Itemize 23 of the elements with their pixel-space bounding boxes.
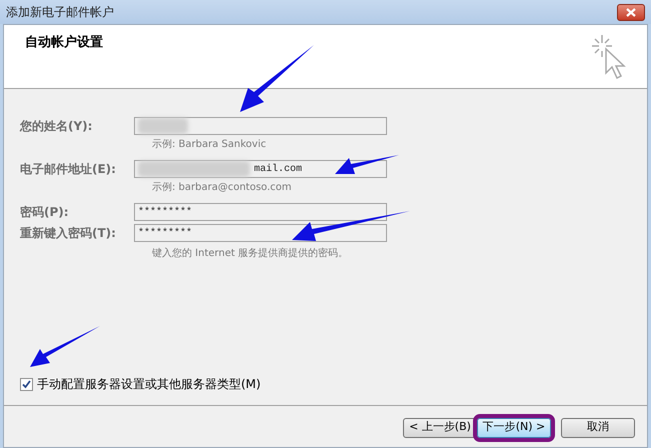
field-value: ********* — [138, 206, 192, 220]
blurred-area — [138, 118, 188, 134]
input-field[interactable] — [134, 117, 387, 135]
cancel-button[interactable]: 取消 — [561, 418, 635, 438]
window-title: 添加新电子邮件帐户 — [6, 4, 114, 21]
input-field[interactable]: mail.com — [134, 160, 387, 178]
field-value: ********* — [138, 226, 192, 240]
field-hint: 示例: Barbara Sankovic — [152, 138, 268, 152]
check-icon — [22, 380, 31, 388]
close-icon — [626, 8, 636, 16]
page-heading: 自动帐户设置 — [25, 34, 103, 52]
field-label: 您的姓名(Y): — [20, 118, 94, 135]
field-label: 重新键入密码(T): — [20, 225, 117, 242]
field-hint: 示例: barbara@contoso.com — [152, 181, 293, 195]
close-button[interactable] — [617, 4, 645, 20]
checkbox[interactable] — [20, 378, 33, 390]
input-field[interactable]: ********* — [134, 203, 387, 221]
field-label: 电子邮件地址(E): — [20, 161, 117, 178]
input-field[interactable]: ********* — [134, 224, 387, 242]
field-value: mail.com — [254, 162, 302, 176]
field-label: 密码(P): — [20, 204, 70, 221]
field-hint: 键入您的 Internet 服务提供商提供的密码。 — [152, 246, 350, 261]
checkbox-label: 手动配置服务器设置或其他服务器类型(M) — [37, 376, 261, 393]
